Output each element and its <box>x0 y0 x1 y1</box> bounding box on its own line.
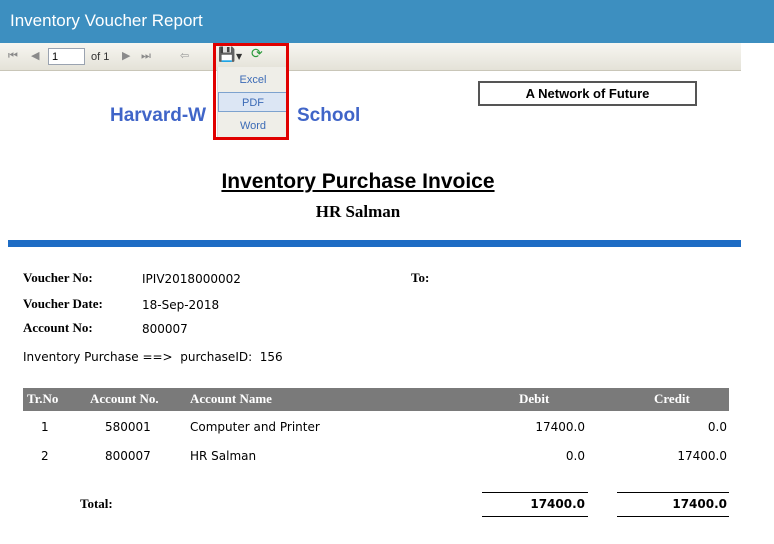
report-title: Inventory Purchase Invoice <box>221 170 495 193</box>
report-subtitle: HR Salman <box>315 202 401 221</box>
row-account-name: HR Salman <box>190 449 257 463</box>
to-label: To: <box>411 270 430 285</box>
total-credit-bottom-line <box>617 516 729 517</box>
col-debit: Debit <box>519 391 550 406</box>
last-page-icon[interactable]: ⏭ <box>141 49 151 63</box>
accent-divider <box>8 240 741 247</box>
row-credit: 0.0 <box>707 420 727 434</box>
purchase-line: Inventory Purchase ==> purchaseID: 156 <box>23 350 283 364</box>
page-count: of 1 <box>91 51 110 63</box>
row-trno: 2 <box>41 449 49 463</box>
back-icon[interactable]: ⇦ <box>180 49 189 63</box>
total-label: Total: <box>80 496 113 511</box>
row-credit: 17400.0 <box>677 449 727 463</box>
report-toolbar <box>0 43 741 71</box>
previous-page-icon[interactable]: ◀ <box>31 49 39 63</box>
school-name-end: School <box>297 105 361 126</box>
col-account-name: Account Name <box>190 391 272 406</box>
col-account-no: Account No. <box>90 391 159 406</box>
account-no-label: Account No: <box>23 320 93 335</box>
row-debit: 0.0 <box>565 449 585 463</box>
voucher-no-label: Voucher No: <box>23 270 93 285</box>
first-page-icon[interactable]: ⏮ <box>8 49 18 63</box>
row-account-no: 800007 <box>105 449 151 463</box>
total-debit: 17400.0 <box>530 497 585 511</box>
highlight-box <box>213 43 289 140</box>
school-name: Harvard-W <box>110 105 207 126</box>
row-debit: 17400.0 <box>535 420 585 434</box>
next-page-icon[interactable]: ▶ <box>122 49 130 63</box>
tagline-box: A Network of Future <box>478 81 697 106</box>
account-no-value: 800007 <box>142 322 188 336</box>
total-credit: 17400.0 <box>672 497 727 511</box>
voucher-date-value: 18-Sep-2018 <box>142 298 220 312</box>
window-title: Inventory Voucher Report <box>10 11 203 30</box>
col-trno: Tr.No <box>27 391 59 406</box>
voucher-date-label: Voucher Date: <box>23 296 103 311</box>
total-debit-top-line <box>482 492 588 493</box>
row-account-no: 580001 <box>105 420 151 434</box>
voucher-no-value: IPIV2018000002 <box>142 272 241 286</box>
col-credit: Credit <box>654 391 690 406</box>
total-debit-bottom-line <box>482 516 588 517</box>
total-credit-top-line <box>617 492 729 493</box>
page-number-input[interactable] <box>48 48 85 65</box>
row-account-name: Computer and Printer <box>190 420 320 434</box>
title-bar: Inventory Voucher Report <box>0 0 774 43</box>
row-trno: 1 <box>41 420 49 434</box>
